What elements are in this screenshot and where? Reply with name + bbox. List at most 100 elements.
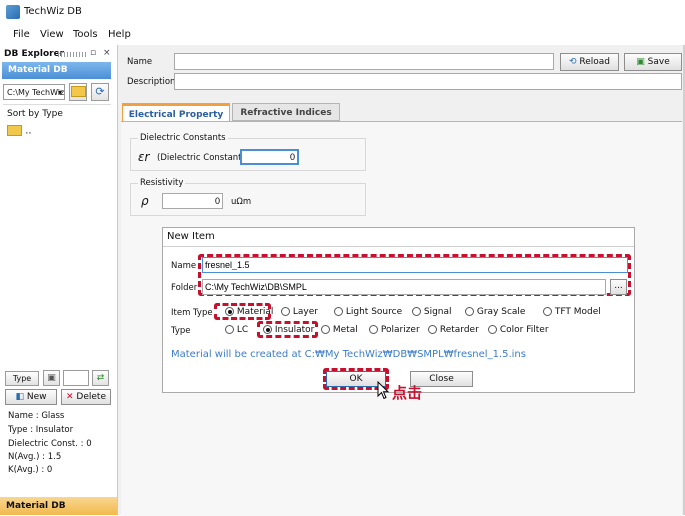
dielectric-input[interactable] — [240, 149, 299, 165]
radio-light-source[interactable]: Light Source — [334, 307, 402, 317]
menu-file[interactable]: File — [13, 29, 30, 40]
radio-gray-scale[interactable]: Gray Scale — [465, 307, 525, 317]
material-highlight — [214, 303, 271, 320]
browse-button[interactable]: ... — [610, 279, 627, 295]
description-input[interactable] — [174, 73, 682, 90]
radio-label: LC — [236, 325, 249, 335]
delete-button[interactable]: ✕ Delete — [61, 389, 111, 405]
radio-dot — [281, 307, 290, 316]
dielectric-label: (Dielectric Constant) — [157, 153, 245, 163]
info-k-avg: K(Avg.) : 0 — [8, 465, 53, 475]
click-annotation: 点击 — [392, 384, 423, 402]
resistivity-input[interactable] — [162, 193, 223, 209]
path-combo[interactable]: C:\My TechWiz ▾ — [3, 84, 65, 100]
open-folder-button[interactable] — [69, 83, 87, 101]
save-button-label: Save — [647, 57, 670, 67]
description-label: Description — [127, 77, 176, 87]
item-type-label: Item Type — [171, 308, 213, 318]
radio-retarder[interactable]: Retarder — [428, 325, 479, 335]
folder-up-icon — [7, 125, 22, 136]
pane-grip[interactable] — [58, 52, 86, 57]
new-icon: ◧ — [15, 392, 24, 402]
title-bar: TechWiz DB — [0, 0, 685, 24]
delete-icon: ✕ — [66, 392, 74, 402]
dialog-title: New Item — [167, 231, 215, 242]
radio-label: Color Filter — [499, 325, 549, 335]
tree-item-parent[interactable]: .. — [7, 125, 32, 137]
menu-view[interactable]: View — [40, 29, 64, 40]
sort-label: Sort by Type — [7, 109, 63, 119]
swap-icon: ⇄ — [96, 373, 105, 383]
radio-label: Retarder — [439, 325, 479, 335]
epsilon-symbol: εr — [138, 150, 150, 164]
radio-label: TFT Model — [554, 307, 601, 317]
radio-dot — [369, 325, 378, 334]
radio-dot — [334, 307, 343, 316]
menu-tools[interactable]: Tools — [73, 29, 98, 40]
radio-label: Layer — [292, 307, 318, 317]
window-title: TechWiz DB — [24, 6, 82, 17]
name-input[interactable] — [174, 53, 554, 70]
explorer-tree[interactable] — [3, 104, 111, 367]
folder-icon — [70, 86, 86, 97]
radio-polarizer[interactable]: Polarizer — [369, 325, 420, 335]
insulator-highlight — [257, 321, 318, 338]
radio-label: Metal — [332, 325, 358, 335]
info-n-avg: N(Avg.) : 1.5 — [8, 452, 62, 462]
close-icon[interactable]: × — [103, 48, 111, 58]
new-button[interactable]: ◧ New — [5, 389, 57, 405]
path-combo-value: C:\My TechWiz — [7, 88, 65, 97]
refresh-icon: ⟳ — [95, 85, 105, 98]
refresh-button[interactable]: ⟳ — [91, 83, 109, 101]
dialog-folder-label: Folder — [171, 283, 198, 293]
info-message: Material will be created at C:₩My TechWi… — [171, 349, 526, 360]
radio-label: Light Source — [345, 307, 403, 317]
type-label: Type — [171, 326, 191, 336]
radio-dot — [321, 325, 330, 334]
radio-dot — [412, 307, 421, 316]
radio-layer[interactable]: Layer — [281, 307, 318, 317]
type-button[interactable]: Type — [5, 371, 39, 386]
reload-icon: ⟲ — [568, 57, 577, 67]
tree-item-label: .. — [25, 125, 32, 137]
radio-signal[interactable]: Signal — [412, 307, 452, 317]
radio-label: Polarizer — [380, 325, 420, 335]
delete-button-label: Delete — [76, 392, 106, 402]
mouse-cursor-icon — [377, 381, 390, 400]
menu-bar: File View Tools Help — [0, 27, 685, 43]
reload-button-label: Reload — [579, 57, 611, 67]
radio-metal[interactable]: Metal — [321, 325, 358, 335]
tab-refractive-indices[interactable]: Refractive Indices — [232, 103, 340, 121]
database-icon: ▣ — [47, 373, 56, 383]
save-button[interactable]: ▣ Save — [624, 53, 682, 71]
radio-dot — [225, 325, 234, 334]
save-icon: ▣ — [636, 57, 645, 67]
info-dielectric: Dielectric Const. : 0 — [8, 439, 92, 449]
type-filter-input[interactable] — [63, 370, 89, 386]
radio-label: Signal — [423, 307, 452, 317]
menu-help[interactable]: Help — [108, 29, 131, 40]
chevron-down-icon: ▾ — [57, 88, 62, 97]
dielectric-title: Dielectric Constants — [138, 133, 228, 143]
dialog-divider — [163, 246, 634, 247]
db-tool-button[interactable]: ▣ — [43, 370, 60, 386]
pin-icon[interactable]: ▫ — [90, 48, 96, 58]
name-label: Name — [127, 57, 153, 67]
explorer-header: Material DB — [2, 62, 111, 79]
app-icon — [6, 5, 20, 19]
dialog-folder-input[interactable] — [202, 279, 606, 295]
radio-color-filter[interactable]: Color Filter — [488, 325, 549, 335]
dialog-name-label: Name — [171, 261, 197, 271]
tab-electrical-property[interactable]: Electrical Property — [122, 103, 230, 121]
explorer-footer: Material DB — [0, 497, 117, 515]
reload-button[interactable]: ⟲ Reload — [560, 53, 619, 71]
radio-lc[interactable]: LC — [225, 325, 248, 335]
rho-symbol: ρ — [141, 194, 149, 208]
radio-label: Gray Scale — [476, 307, 526, 317]
radio-tft-model[interactable]: TFT Model — [543, 307, 601, 317]
convert-button[interactable]: ⇄ — [92, 370, 109, 386]
radio-dot — [465, 307, 474, 316]
resistivity-title: Resistivity — [138, 178, 186, 188]
info-name: Name : Glass — [8, 411, 65, 421]
explorer-title: DB Explorer — [4, 49, 65, 59]
